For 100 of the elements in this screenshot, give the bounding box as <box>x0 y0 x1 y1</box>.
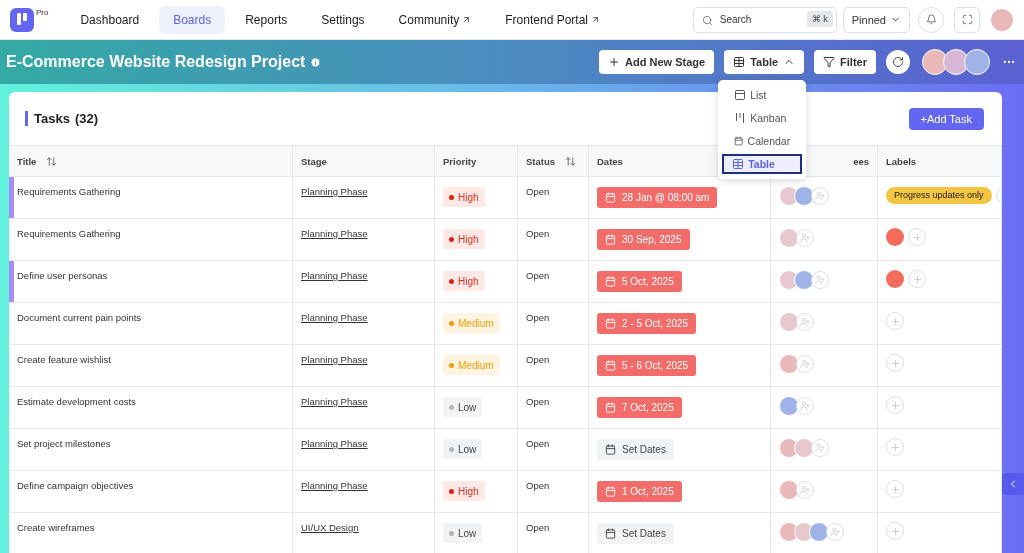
add-label-button[interactable] <box>908 270 926 288</box>
stage-link[interactable]: Planning Phase <box>301 312 368 323</box>
add-label-button[interactable] <box>908 228 926 246</box>
status-cell: Open <box>518 177 589 219</box>
stage-link[interactable]: Planning Phase <box>301 438 368 449</box>
add-label-button[interactable] <box>886 438 904 456</box>
member-avatar[interactable] <box>964 49 990 75</box>
user-plus-icon <box>800 233 810 243</box>
priority-pill[interactable]: High <box>443 481 485 501</box>
add-label-button[interactable] <box>886 312 904 330</box>
priority-pill[interactable]: Low <box>443 523 483 543</box>
nav-tab[interactable]: Reports <box>231 5 302 34</box>
calendar-icon <box>605 444 616 455</box>
title-cell: Requirements Gathering <box>9 219 293 261</box>
stage-link[interactable]: UI/UX Design <box>301 522 359 533</box>
priority-pill[interactable]: Low <box>443 439 483 459</box>
sort-icon[interactable] <box>565 155 577 167</box>
calendar-icon <box>605 318 616 329</box>
add-assignee-button[interactable] <box>796 355 814 373</box>
sort-icon[interactable] <box>46 155 58 167</box>
view-dropdown[interactable]: Table <box>724 50 805 74</box>
refresh-button[interactable] <box>886 50 910 74</box>
add-label-button[interactable] <box>886 396 904 414</box>
pinned-dropdown[interactable]: Pinned <box>842 6 910 33</box>
column-header[interactable]: Title <box>9 145 293 177</box>
date-chip[interactable]: Set Dates <box>597 439 674 460</box>
column-header[interactable]: Stage <box>293 145 435 177</box>
title-cell: Define user personas <box>9 261 293 303</box>
plan-label: Pro <box>36 7 49 17</box>
nav-tab[interactable]: Dashboard <box>66 5 154 34</box>
filter-button[interactable]: Filter <box>814 50 876 74</box>
plus-icon <box>889 483 901 495</box>
assignee-avatar[interactable] <box>779 396 799 416</box>
nav-tab[interactable]: Settings <box>307 5 379 34</box>
stage-link[interactable]: Planning Phase <box>301 186 368 197</box>
add-assignee-button[interactable] <box>796 229 814 247</box>
nav-tab[interactable]: Frontend Portal <box>491 5 614 34</box>
collapse-panel-button[interactable] <box>1002 473 1024 495</box>
calendar-icon <box>605 528 616 539</box>
add-assignee-button[interactable] <box>811 187 829 205</box>
assignee-avatar[interactable] <box>809 522 829 542</box>
menu-item[interactable]: List <box>722 85 803 105</box>
priority-pill[interactable]: Low <box>443 397 483 417</box>
add-label-button[interactable] <box>886 480 904 498</box>
nav-tab[interactable]: Community <box>384 5 486 34</box>
panel-icon <box>734 89 747 101</box>
stage-link[interactable]: Planning Phase <box>301 480 368 491</box>
priority-pill[interactable]: High <box>443 187 485 207</box>
column-header[interactable]: Priority <box>435 145 518 177</box>
add-assignee-button[interactable] <box>811 439 829 457</box>
assignee-avatar[interactable] <box>779 354 799 374</box>
date-chip[interactable]: Set Dates <box>597 523 674 544</box>
assignee-avatar[interactable] <box>794 270 814 290</box>
priority-pill[interactable]: High <box>443 229 485 249</box>
plus-icon <box>889 315 901 327</box>
calendar-icon <box>605 402 616 413</box>
add-assignee-button[interactable] <box>796 313 814 331</box>
info-icon[interactable] <box>310 56 322 68</box>
title-cell: Create feature wishlist <box>9 345 293 387</box>
assignee-avatar[interactable] <box>779 312 799 332</box>
assignee-avatar[interactable] <box>794 438 814 458</box>
status-cell: Open <box>518 345 589 387</box>
notifications-button[interactable] <box>918 6 944 33</box>
assignee-avatar[interactable] <box>779 228 799 248</box>
assignee-avatar[interactable] <box>794 186 814 206</box>
tasks-title: Tasks <box>34 111 70 126</box>
member-avatar[interactable] <box>943 49 969 75</box>
user-plus-icon <box>815 191 825 201</box>
logo-icon[interactable] <box>10 7 34 32</box>
tasks-count: (32) <box>74 111 99 126</box>
stage-link[interactable]: Planning Phase <box>301 270 368 281</box>
add-assignee-button[interactable] <box>796 481 814 499</box>
column-header[interactable]: Labels <box>878 145 1002 177</box>
column-header[interactable]: Status <box>518 145 589 177</box>
assignee-avatar[interactable] <box>779 480 799 500</box>
user-plus-icon <box>800 401 810 411</box>
add-stage-button[interactable]: Add New Stage <box>599 50 715 74</box>
add-assignee-button[interactable] <box>811 271 829 289</box>
member-avatar[interactable] <box>922 49 948 75</box>
add-task-button[interactable]: +Add Task <box>908 107 984 130</box>
fullscreen-button[interactable] <box>954 6 980 33</box>
stage-link[interactable]: Planning Phase <box>301 396 368 407</box>
external-link-icon <box>462 15 472 24</box>
stage-link[interactable]: Planning Phase <box>301 228 368 239</box>
calendar-icon <box>605 276 616 287</box>
add-label-button[interactable] <box>886 522 904 540</box>
menu-item[interactable]: Table <box>722 154 803 174</box>
nav-tab[interactable]: Boards <box>159 5 226 34</box>
priority-pill[interactable]: High <box>443 271 485 291</box>
plus-icon <box>889 357 901 369</box>
menu-item[interactable]: Kanban <box>722 108 803 128</box>
status-cell: Open <box>518 429 589 471</box>
plus-icon <box>911 231 923 243</box>
user-plus-icon <box>815 275 825 285</box>
add-assignee-button[interactable] <box>826 523 844 541</box>
filter-icon <box>823 56 836 68</box>
add-label-button[interactable] <box>886 354 904 372</box>
user-avatar[interactable] <box>990 7 1014 32</box>
stage-link[interactable]: Planning Phase <box>301 354 368 365</box>
add-assignee-button[interactable] <box>796 397 814 415</box>
